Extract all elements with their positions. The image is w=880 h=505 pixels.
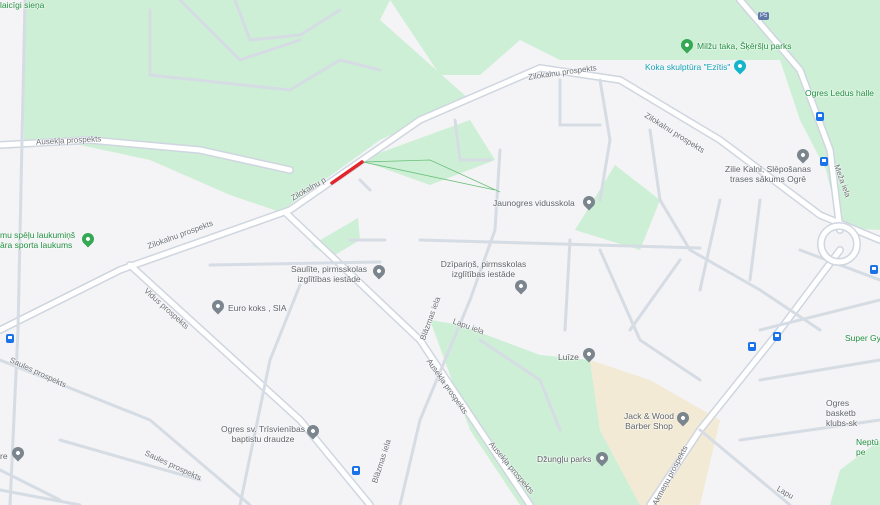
place-label-dzunglu[interactable]: Džungļu parks xyxy=(537,454,591,464)
place-label-euro-koks[interactable]: Euro koks , SIA xyxy=(228,303,287,313)
place-label-ledus-halle[interactable]: Ogres Ledus halle xyxy=(805,88,874,98)
place-label-baptistu[interactable]: Ogres sv. Trīsvienības baptistu draudze xyxy=(218,424,308,444)
bus-stop-icon[interactable] xyxy=(748,342,756,351)
route-badge: P5 xyxy=(758,12,770,20)
place-label-dziparins[interactable]: Dzīpariņš, pirmsskolas izglītības iestād… xyxy=(436,259,531,279)
place-label-saulite[interactable]: Saulīte, pirmsskolas izglītības iestāde xyxy=(286,264,372,284)
place-label-top-left[interactable]: laicīgi sieņa xyxy=(0,0,44,10)
place-label-zilie-kalni[interactable]: Zilie Kalni, Slēpošanas trases sākums Og… xyxy=(718,164,818,184)
place-label-berno-laukums[interactable]: mu spēļu laukumiņš āra sporta laukums xyxy=(0,230,80,250)
map-base-layer[interactable] xyxy=(0,0,880,505)
bus-stop-icon[interactable] xyxy=(870,265,878,274)
place-label-neptuns[interactable]: Neptū pe xyxy=(856,437,880,457)
bus-stop-icon[interactable] xyxy=(816,112,824,121)
place-label-super-gym[interactable]: Super Gy xyxy=(845,333,880,343)
place-label-bottom-left[interactable]: re xyxy=(0,451,8,461)
bus-stop-icon[interactable] xyxy=(820,157,828,166)
bus-stop-icon[interactable] xyxy=(773,332,781,341)
place-label-luize[interactable]: Luīze xyxy=(558,352,579,362)
park-small-west xyxy=(312,218,360,258)
map-view[interactable]: Ausekļa prospekts Zilokalnu prospekts Zi… xyxy=(0,0,880,505)
place-label-koka-skulptura[interactable]: Koka skulptūra "Ezītis" xyxy=(645,62,730,72)
place-label-milzu-taka[interactable]: Milžu taka, Šķēršļu parks xyxy=(697,41,791,51)
place-label-jaunogres[interactable]: Jaunogres vidusskola xyxy=(493,198,575,208)
place-label-jack-wood[interactable]: Jack & Wood Barber Shop xyxy=(620,411,678,431)
place-label-basketbola[interactable]: Ogres basketb klubs-sk xyxy=(826,398,880,428)
bus-stop-icon[interactable] xyxy=(6,334,14,343)
bus-stop-icon[interactable] xyxy=(352,466,360,475)
